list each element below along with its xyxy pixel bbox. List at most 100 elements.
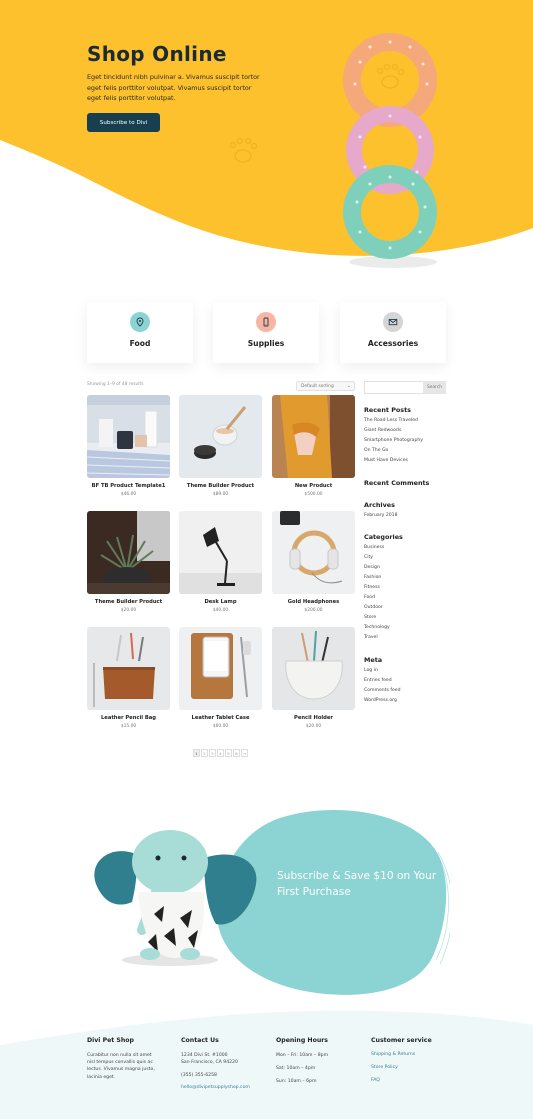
category-link[interactable]: Business [364, 545, 384, 550]
category-link[interactable]: Store [364, 615, 376, 620]
product-image [179, 395, 262, 478]
subscribe-button[interactable]: Subscribe to Divi [87, 113, 160, 132]
recent-post-link[interactable]: On The Go [364, 448, 388, 453]
hero-description: Eget tincidunt nibh pulvinar a. Vivamus … [87, 73, 260, 102]
product-card[interactable]: Theme Builder Product $20.00 [87, 511, 170, 613]
footer-service-link[interactable]: Shipping & Returns [371, 1052, 415, 1057]
product-card[interactable]: Pencil Holder $20.00 [272, 627, 355, 729]
search-input[interactable] [364, 381, 424, 394]
recent-comments-title: Recent Comments [364, 479, 430, 487]
product-name: Pencil Holder [294, 715, 333, 721]
page-link[interactable]: 3 [209, 749, 216, 757]
product-name: Leather Pencil Bag [101, 715, 156, 721]
footer-service-link[interactable]: FAQ [371, 1078, 380, 1083]
next-page-link[interactable]: → [241, 749, 248, 757]
page-link[interactable]: 6 [233, 749, 240, 757]
product-image [87, 395, 170, 478]
product-image [272, 511, 355, 594]
category-link[interactable]: Fashion [364, 575, 381, 580]
category-link[interactable]: Fitness [364, 585, 380, 590]
product-image [87, 627, 170, 710]
product-name: BF TB Product Template1 [91, 483, 166, 489]
category-link[interactable]: Food [364, 595, 375, 600]
page-link[interactable]: 4 [217, 749, 224, 757]
meta-link[interactable]: WordPress.org [364, 698, 397, 703]
product-card[interactable]: BF TB Product Template1 $46.00 [87, 395, 170, 497]
category-link[interactable]: Design [364, 565, 380, 570]
recent-post-link[interactable]: Giant Redwoods [364, 428, 401, 433]
recent-posts-title: Recent Posts [364, 406, 411, 414]
footer-background [0, 1010, 533, 1119]
recent-post-link[interactable]: The Road Less Traveled [364, 418, 418, 423]
sort-label: Default sorting [301, 383, 334, 389]
product-price: $200.00 [304, 608, 323, 613]
product-name: New Product [294, 483, 333, 489]
product-name: Desk Lamp [204, 599, 237, 605]
product-name: Theme Builder Product [94, 599, 163, 605]
footer-email-link[interactable]: hello@divipetsupplyshop.com [181, 1085, 250, 1090]
product-card[interactable]: Leather Pencil Bag $15.00 [87, 627, 170, 729]
pagination: 1 2 3 4 5 6 → [193, 749, 248, 757]
meta-link[interactable]: Log in [364, 668, 378, 673]
category-card-supplies[interactable]: Supplies [213, 302, 319, 363]
footer-service-title: Customer service [371, 1037, 432, 1044]
phone-icon [256, 312, 276, 332]
subscribe-headline: Subscribe & Save $10 on Your First Purch… [277, 870, 437, 898]
product-card[interactable]: Gold Headphones $200.00 [272, 511, 355, 613]
category-link[interactable]: Technology [364, 625, 390, 630]
page-link[interactable]: 1 [193, 749, 200, 757]
product-name: Leather Tablet Case [191, 715, 250, 721]
recent-post-link[interactable]: Must Have Devices [364, 458, 408, 463]
product-card[interactable]: Leather Tablet Case $60.00 [179, 627, 262, 729]
footer-service-link[interactable]: Store Policy [371, 1065, 398, 1070]
recent-post-link[interactable]: Smartphone Photography [364, 438, 423, 443]
product-card[interactable]: Desk Lamp $40.00 [179, 511, 262, 613]
hero-background [0, 0, 533, 256]
product-price: $20.00 [120, 608, 137, 613]
product-image [272, 395, 355, 478]
footer-hours-title: Opening Hours [276, 1037, 328, 1044]
category-card-accessories[interactable]: Accessories [340, 302, 446, 363]
archive-link[interactable]: February 2018 [364, 513, 398, 518]
page-link[interactable]: 2 [201, 749, 208, 757]
product-image [179, 627, 262, 710]
envelope-icon [383, 312, 403, 332]
product-card[interactable]: New Product $500.00 [272, 395, 355, 497]
category-label: Food [129, 339, 151, 348]
product-price: $46.00 [120, 492, 137, 497]
footer-shop-description: Curabitur non nulla sit amet nisl tempus… [87, 1053, 155, 1080]
product-price: $15.00 [120, 724, 137, 729]
footer-hours-line: Sat: 10am – 4pm [276, 1066, 316, 1071]
footer-hours-line: Mon – Fri: 10am – 8pm [276, 1053, 329, 1058]
meta-link[interactable]: Comments feed [364, 688, 401, 693]
footer-phone: (355) 355-6258 [181, 1073, 217, 1078]
result-count: Showing 1–9 of 48 results [87, 382, 144, 387]
product-image [272, 627, 355, 710]
category-card-food[interactable]: Food [87, 302, 193, 363]
product-price: $89.00 [212, 492, 229, 497]
product-price: $20.00 [305, 724, 322, 729]
archives-title: Archives [364, 501, 395, 509]
meta-link[interactable]: Entries feed [364, 678, 392, 683]
category-link[interactable]: Outdoor [364, 605, 383, 610]
product-image [179, 511, 262, 594]
product-name: Gold Headphones [287, 599, 340, 605]
chevron-down-icon: ⌄ [346, 383, 351, 389]
elephant-toy-image [94, 830, 257, 966]
search-button[interactable]: Search [423, 381, 446, 394]
sort-select[interactable]: Default sorting ⌄ [296, 381, 355, 391]
product-card[interactable]: Theme Builder Product $89.00 [179, 395, 262, 497]
categories-title: Categories [364, 533, 403, 541]
product-price: $500.00 [304, 492, 323, 497]
product-price: $40.00 [212, 608, 229, 613]
category-link[interactable]: Travel [364, 635, 378, 640]
hero-title: Shop Online [87, 42, 227, 66]
category-label: Supplies [247, 339, 285, 348]
footer-shop-title: Divi Pet Shop [87, 1037, 134, 1044]
product-name: Theme Builder Product [186, 483, 255, 489]
category-link[interactable]: City [364, 555, 373, 560]
category-label: Accessories [367, 339, 419, 348]
map-pin-icon [130, 312, 150, 332]
footer-address-line: San Francisco, CA 94220 [181, 1060, 238, 1065]
page-link[interactable]: 5 [225, 749, 232, 757]
